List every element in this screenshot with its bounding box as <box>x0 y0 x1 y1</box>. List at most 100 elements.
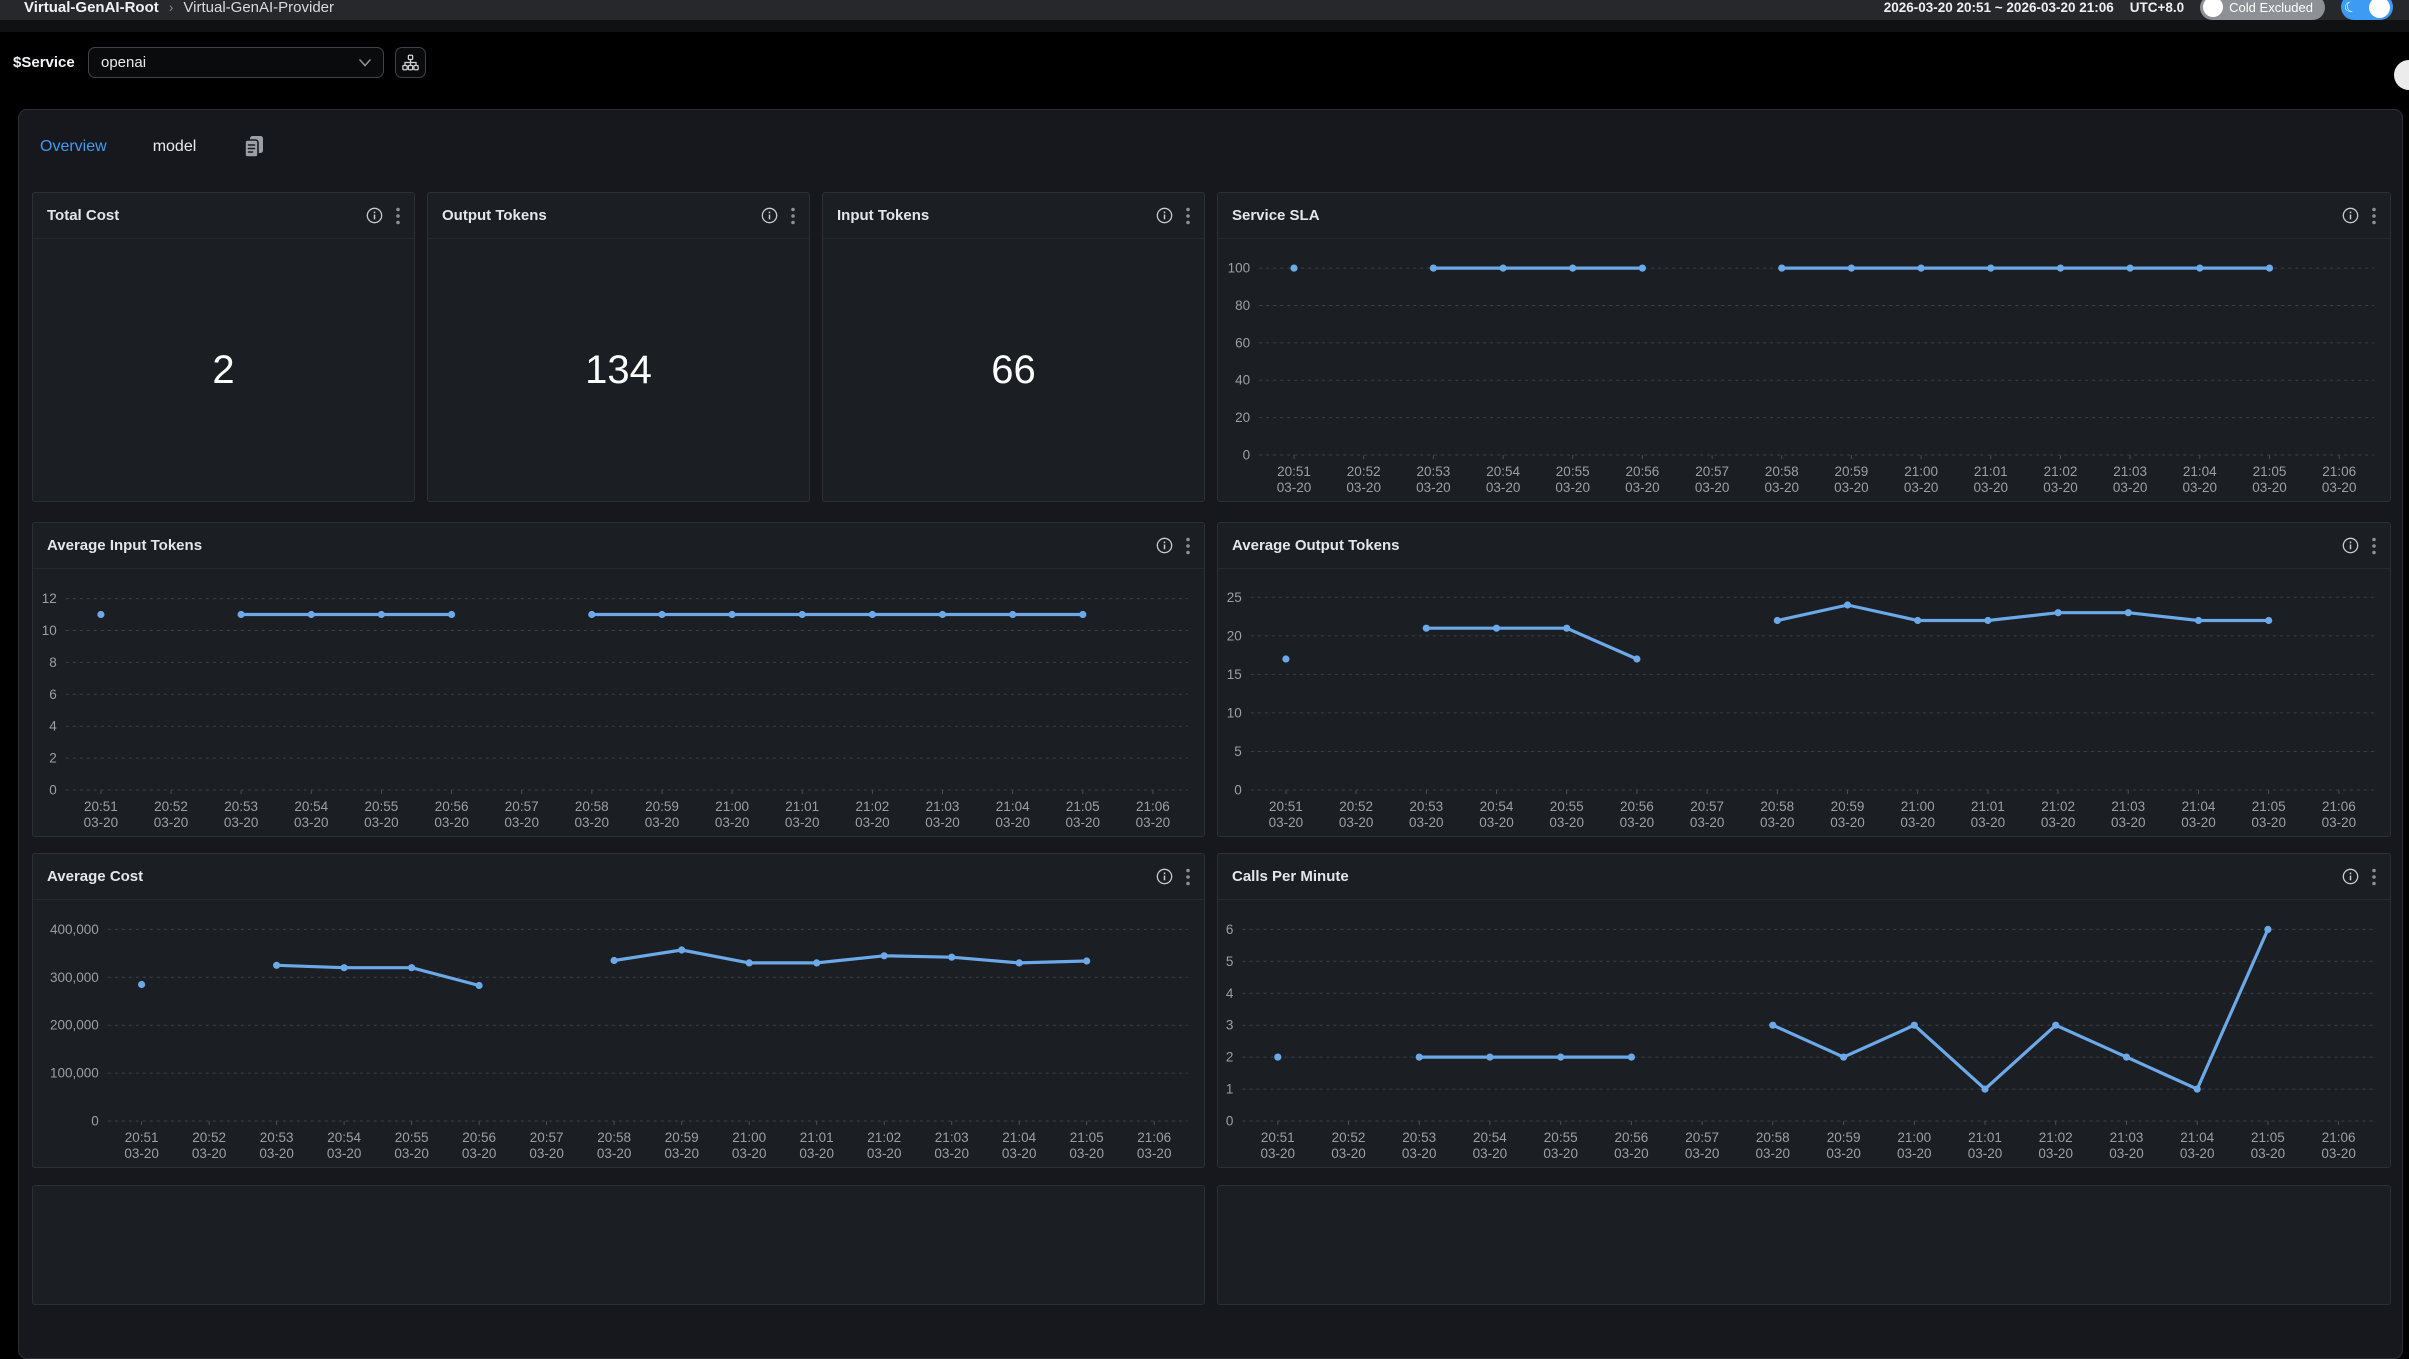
info-icon[interactable] <box>1156 868 1173 885</box>
svg-text:20:55: 20:55 <box>365 799 399 814</box>
kebab-menu-icon[interactable] <box>396 207 400 225</box>
svg-text:20:53: 20:53 <box>1409 799 1443 814</box>
svg-text:03-20: 03-20 <box>934 1146 969 1161</box>
svg-text:21:05: 21:05 <box>2252 799 2286 814</box>
info-icon[interactable] <box>1156 207 1173 224</box>
svg-text:10: 10 <box>42 623 57 638</box>
svg-text:03-20: 03-20 <box>1136 815 1171 830</box>
svg-text:03-20: 03-20 <box>645 815 680 830</box>
svg-text:21:05: 21:05 <box>1070 1130 1104 1145</box>
info-icon[interactable] <box>366 207 383 224</box>
svg-text:60: 60 <box>1235 335 1250 350</box>
svg-text:21:03: 21:03 <box>2110 1130 2144 1145</box>
svg-text:03-20: 03-20 <box>2183 480 2218 495</box>
svg-text:0: 0 <box>1243 448 1251 463</box>
service-select[interactable]: openai <box>88 47 384 78</box>
svg-text:20:52: 20:52 <box>1347 464 1381 479</box>
svg-text:03-20: 03-20 <box>1479 815 1514 830</box>
svg-text:03-20: 03-20 <box>1690 815 1725 830</box>
info-icon[interactable] <box>761 207 778 224</box>
service-sla-chart[interactable]: 02040608010020:5103-2020:5203-2020:5303-… <box>1218 239 2390 501</box>
breadcrumb-root[interactable]: Virtual-GenAI-Root <box>24 0 159 16</box>
svg-text:20:58: 20:58 <box>597 1130 631 1145</box>
stat-value: 66 <box>823 239 1204 501</box>
svg-text:03-20: 03-20 <box>2252 480 2287 495</box>
kebab-menu-icon[interactable] <box>2372 537 2376 555</box>
svg-text:03-20: 03-20 <box>1543 1146 1578 1161</box>
svg-text:20:57: 20:57 <box>1685 1130 1719 1145</box>
svg-text:20:54: 20:54 <box>1486 464 1520 479</box>
toggle-knob <box>2203 0 2223 17</box>
svg-text:12: 12 <box>42 591 57 606</box>
breadcrumb-current[interactable]: Virtual-GenAI-Provider <box>183 0 334 16</box>
svg-text:20:55: 20:55 <box>1544 1130 1578 1145</box>
svg-text:03-20: 03-20 <box>1826 1146 1861 1161</box>
average-cost-chart[interactable]: 0100,000200,000300,000400,00020:5103-202… <box>33 900 1204 1167</box>
svg-text:03-20: 03-20 <box>224 815 259 830</box>
svg-text:20:51: 20:51 <box>1277 464 1311 479</box>
kebab-menu-icon[interactable] <box>2372 207 2376 225</box>
svg-text:03-20: 03-20 <box>2113 480 2148 495</box>
top-navigation-bar: Virtual-GenAI-Root › Virtual-GenAI-Provi… <box>0 0 2409 20</box>
panel-input-tokens: Input Tokens 66 <box>822 192 1205 502</box>
kebab-menu-icon[interactable] <box>791 207 795 225</box>
svg-text:20:56: 20:56 <box>1620 799 1654 814</box>
svg-text:03-20: 03-20 <box>715 815 750 830</box>
svg-text:21:01: 21:01 <box>1968 1130 2002 1145</box>
svg-text:03-20: 03-20 <box>664 1146 699 1161</box>
svg-text:21:00: 21:00 <box>732 1130 766 1145</box>
panel-title: Average Output Tokens <box>1232 537 1400 554</box>
kebab-menu-icon[interactable] <box>1186 868 1190 886</box>
svg-text:03-20: 03-20 <box>154 815 189 830</box>
panel-title: Total Cost <box>47 207 119 224</box>
info-icon[interactable] <box>2342 207 2359 224</box>
svg-text:20:54: 20:54 <box>1480 799 1514 814</box>
svg-text:03-20: 03-20 <box>1346 480 1381 495</box>
copy-dashboard-icon[interactable] <box>242 134 266 160</box>
kebab-menu-icon[interactable] <box>2372 868 2376 886</box>
svg-text:200,000: 200,000 <box>50 1018 99 1033</box>
svg-text:5: 5 <box>1226 954 1234 969</box>
svg-text:03-20: 03-20 <box>799 1146 834 1161</box>
breadcrumb-separator-icon: › <box>169 0 174 15</box>
tab-overview[interactable]: Overview <box>40 138 107 156</box>
svg-text:2: 2 <box>49 751 57 766</box>
svg-text:20:55: 20:55 <box>1556 464 1590 479</box>
cold-excluded-toggle[interactable]: Cold Excluded <box>2200 0 2325 20</box>
floating-action-button[interactable] <box>2394 60 2409 90</box>
info-icon[interactable] <box>2342 537 2359 554</box>
calls-per-minute-chart[interactable]: 012345620:5103-2020:5203-2020:5303-2020:… <box>1218 900 2390 1167</box>
tab-model[interactable]: model <box>153 138 197 156</box>
svg-text:03-20: 03-20 <box>1620 815 1655 830</box>
timezone-label[interactable]: UTC+8.0 <box>2130 0 2184 15</box>
topology-tree-button[interactable] <box>395 47 426 78</box>
kebab-menu-icon[interactable] <box>1186 207 1190 225</box>
panel-title: Average Input Tokens <box>47 537 202 554</box>
svg-text:21:01: 21:01 <box>1974 464 2008 479</box>
svg-text:20:56: 20:56 <box>1626 464 1660 479</box>
average-input-tokens-chart[interactable]: 02468101220:5103-2020:5203-2020:5303-202… <box>33 569 1204 836</box>
average-output-tokens-chart[interactable]: 051015202520:5103-2020:5203-2020:5303-20… <box>1218 569 2390 836</box>
svg-text:03-20: 03-20 <box>1614 1146 1649 1161</box>
svg-text:20:57: 20:57 <box>1695 464 1729 479</box>
panel-average-input-tokens: Average Input Tokens 02468101220:5103-20… <box>32 522 1205 837</box>
time-range-display[interactable]: 2026-03-20 20:51 ~ 2026-03-20 21:06 <box>1884 0 2114 15</box>
svg-text:25: 25 <box>1227 590 1242 605</box>
svg-text:20:58: 20:58 <box>1765 464 1799 479</box>
svg-text:21:01: 21:01 <box>1971 799 2005 814</box>
panel-average-cost: Average Cost 0100,000200,000300,000400,0… <box>32 853 1205 1168</box>
svg-text:03-20: 03-20 <box>1904 480 1939 495</box>
panel-title: Input Tokens <box>837 207 929 224</box>
svg-text:20: 20 <box>1235 410 1250 425</box>
chevron-down-icon <box>359 59 371 67</box>
info-icon[interactable] <box>1156 537 1173 554</box>
svg-text:20:58: 20:58 <box>1756 1130 1790 1145</box>
info-icon[interactable] <box>2342 868 2359 885</box>
svg-text:03-20: 03-20 <box>1331 1146 1366 1161</box>
svg-text:20:53: 20:53 <box>224 799 258 814</box>
svg-text:03-20: 03-20 <box>364 815 399 830</box>
svg-text:80: 80 <box>1235 298 1250 313</box>
kebab-menu-icon[interactable] <box>1186 537 1190 555</box>
dark-mode-toggle[interactable]: ☾ <box>2341 0 2393 20</box>
sitemap-icon <box>402 54 419 71</box>
